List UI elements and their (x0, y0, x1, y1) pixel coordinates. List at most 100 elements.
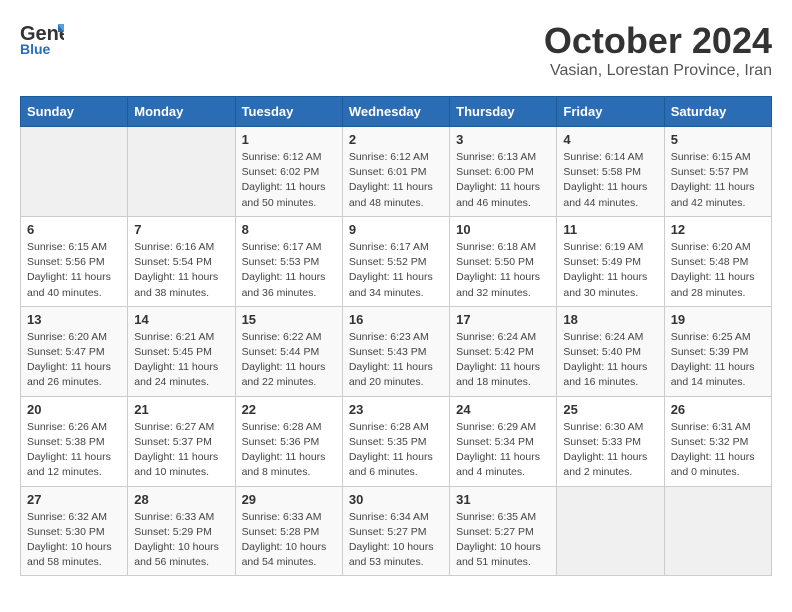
weekday-header-row: SundayMondayTuesdayWednesdayThursdayFrid… (21, 97, 772, 127)
day-info: Sunrise: 6:24 AMSunset: 5:42 PMDaylight:… (456, 330, 550, 391)
weekday-header: Friday (557, 97, 664, 127)
weekday-header: Monday (128, 97, 235, 127)
calendar-table: SundayMondayTuesdayWednesdayThursdayFrid… (20, 96, 772, 576)
day-number: 24 (456, 402, 550, 417)
calendar-cell: 25Sunrise: 6:30 AMSunset: 5:33 PMDayligh… (557, 396, 664, 486)
day-info: Sunrise: 6:25 AMSunset: 5:39 PMDaylight:… (671, 330, 765, 391)
day-info: Sunrise: 6:15 AMSunset: 5:57 PMDaylight:… (671, 150, 765, 211)
day-info: Sunrise: 6:13 AMSunset: 6:00 PMDaylight:… (456, 150, 550, 211)
day-number: 3 (456, 132, 550, 147)
day-info: Sunrise: 6:26 AMSunset: 5:38 PMDaylight:… (27, 420, 121, 481)
calendar-cell: 15 Sunrise: 6:22 AMSunset: 5:44 PMDayligh… (235, 306, 342, 396)
day-number: 8 (242, 222, 336, 237)
calendar-cell: 5 Sunrise: 6:15 AMSunset: 5:57 PMDaylight… (664, 127, 771, 217)
day-info: Sunrise: 6:20 AMSunset: 5:48 PMDaylight:… (671, 240, 765, 301)
calendar-cell: 20Sunrise: 6:26 AMSunset: 5:38 PMDayligh… (21, 396, 128, 486)
day-info: Sunrise: 6:22 AMSunset: 5:44 PMDaylight:… (242, 330, 336, 391)
calendar-cell: 13 Sunrise: 6:20 AMSunset: 5:47 PMDayligh… (21, 306, 128, 396)
calendar-cell: 30 Sunrise: 6:34 AMSunset: 5:27 PMDayligh… (342, 486, 449, 576)
day-number: 23 (349, 402, 443, 417)
calendar-cell: 14Sunrise: 6:21 AMSunset: 5:45 PMDayligh… (128, 306, 235, 396)
calendar-cell: 27 Sunrise: 6:32 AMSunset: 5:30 PMDayligh… (21, 486, 128, 576)
day-info: Sunrise: 6:33 AMSunset: 5:29 PMDaylight:… (134, 510, 228, 571)
day-number: 6 (27, 222, 121, 237)
calendar-week-row: 20Sunrise: 6:26 AMSunset: 5:38 PMDayligh… (21, 396, 772, 486)
calendar-cell: 3 Sunrise: 6:13 AMSunset: 6:00 PMDaylight… (450, 127, 557, 217)
calendar-cell: 19 Sunrise: 6:25 AMSunset: 5:39 PMDayligh… (664, 306, 771, 396)
calendar-cell: 24Sunrise: 6:29 AMSunset: 5:34 PMDayligh… (450, 396, 557, 486)
calendar-body: 1Sunrise: 6:12 AMSunset: 6:02 PMDaylight… (21, 127, 772, 576)
day-info: Sunrise: 6:28 AMSunset: 5:35 PMDaylight:… (349, 420, 443, 481)
calendar-cell: 12 Sunrise: 6:20 AMSunset: 5:48 PMDayligh… (664, 216, 771, 306)
calendar-cell (128, 127, 235, 217)
day-number: 12 (671, 222, 765, 237)
day-number: 10 (456, 222, 550, 237)
title-block: October 2024 Vasian, Lorestan Province, … (544, 20, 772, 80)
day-number: 7 (134, 222, 228, 237)
weekday-header: Sunday (21, 97, 128, 127)
calendar-cell: 10 Sunrise: 6:18 AMSunset: 5:50 PMDayligh… (450, 216, 557, 306)
calendar-cell: 8Sunrise: 6:17 AMSunset: 5:53 PMDaylight… (235, 216, 342, 306)
day-number: 5 (671, 132, 765, 147)
day-info: Sunrise: 6:19 AMSunset: 5:49 PMDaylight:… (563, 240, 657, 301)
day-info: Sunrise: 6:33 AMSunset: 5:28 PMDaylight:… (242, 510, 336, 571)
calendar-week-row: 27 Sunrise: 6:32 AMSunset: 5:30 PMDayligh… (21, 486, 772, 576)
calendar-cell: 26 Sunrise: 6:31 AMSunset: 5:32 PMDayligh… (664, 396, 771, 486)
day-info: Sunrise: 6:14 AMSunset: 5:58 PMDaylight:… (563, 150, 657, 211)
day-info: Sunrise: 6:12 AMSunset: 6:01 PMDaylight:… (349, 150, 443, 211)
day-number: 2 (349, 132, 443, 147)
day-info: Sunrise: 6:32 AMSunset: 5:30 PMDaylight:… (27, 510, 121, 571)
weekday-header: Thursday (450, 97, 557, 127)
calendar-cell: 2 Sunrise: 6:12 AMSunset: 6:01 PMDaylight… (342, 127, 449, 217)
calendar-cell (557, 486, 664, 576)
day-info: Sunrise: 6:34 AMSunset: 5:27 PMDaylight:… (349, 510, 443, 571)
logo-icon: General Blue (20, 20, 64, 56)
day-number: 15 (242, 312, 336, 327)
calendar-cell: 18 Sunrise: 6:24 AMSunset: 5:40 PMDayligh… (557, 306, 664, 396)
day-info: Sunrise: 6:18 AMSunset: 5:50 PMDaylight:… (456, 240, 550, 301)
weekday-header: Tuesday (235, 97, 342, 127)
month-title: October 2024 (544, 20, 772, 62)
calendar-cell: 21Sunrise: 6:27 AMSunset: 5:37 PMDayligh… (128, 396, 235, 486)
calendar-cell: 6Sunrise: 6:15 AMSunset: 5:56 PMDaylight… (21, 216, 128, 306)
page-header: General Blue October 2024 Vasian, Lorest… (20, 20, 772, 80)
calendar-cell: 16 Sunrise: 6:23 AMSunset: 5:43 PMDayligh… (342, 306, 449, 396)
day-number: 11 (563, 222, 657, 237)
day-info: Sunrise: 6:30 AMSunset: 5:33 PMDaylight:… (563, 420, 657, 481)
day-number: 18 (563, 312, 657, 327)
calendar-cell: 23 Sunrise: 6:28 AMSunset: 5:35 PMDayligh… (342, 396, 449, 486)
calendar-cell (21, 127, 128, 217)
calendar-cell: 28Sunrise: 6:33 AMSunset: 5:29 PMDayligh… (128, 486, 235, 576)
day-info: Sunrise: 6:20 AMSunset: 5:47 PMDaylight:… (27, 330, 121, 391)
calendar-week-row: 13 Sunrise: 6:20 AMSunset: 5:47 PMDayligh… (21, 306, 772, 396)
day-info: Sunrise: 6:24 AMSunset: 5:40 PMDaylight:… (563, 330, 657, 391)
day-info: Sunrise: 6:35 AMSunset: 5:27 PMDaylight:… (456, 510, 550, 571)
day-number: 13 (27, 312, 121, 327)
calendar-cell: 11 Sunrise: 6:19 AMSunset: 5:49 PMDayligh… (557, 216, 664, 306)
day-info: Sunrise: 6:23 AMSunset: 5:43 PMDaylight:… (349, 330, 443, 391)
day-info: Sunrise: 6:28 AMSunset: 5:36 PMDaylight:… (242, 420, 336, 481)
day-number: 19 (671, 312, 765, 327)
day-info: Sunrise: 6:17 AMSunset: 5:52 PMDaylight:… (349, 240, 443, 301)
calendar-cell: 29Sunrise: 6:33 AMSunset: 5:28 PMDayligh… (235, 486, 342, 576)
calendar-header: SundayMondayTuesdayWednesdayThursdayFrid… (21, 97, 772, 127)
day-number: 26 (671, 402, 765, 417)
day-info: Sunrise: 6:12 AMSunset: 6:02 PMDaylight:… (242, 150, 336, 211)
calendar-cell: 17 Sunrise: 6:24 AMSunset: 5:42 PMDayligh… (450, 306, 557, 396)
day-info: Sunrise: 6:27 AMSunset: 5:37 PMDaylight:… (134, 420, 228, 481)
day-number: 30 (349, 492, 443, 507)
day-number: 16 (349, 312, 443, 327)
calendar-week-row: 6Sunrise: 6:15 AMSunset: 5:56 PMDaylight… (21, 216, 772, 306)
logo: General Blue (20, 20, 64, 56)
calendar-cell: 31Sunrise: 6:35 AMSunset: 5:27 PMDayligh… (450, 486, 557, 576)
calendar-cell: 1Sunrise: 6:12 AMSunset: 6:02 PMDaylight… (235, 127, 342, 217)
day-info: Sunrise: 6:31 AMSunset: 5:32 PMDaylight:… (671, 420, 765, 481)
weekday-header: Wednesday (342, 97, 449, 127)
day-number: 27 (27, 492, 121, 507)
svg-text:Blue: Blue (20, 41, 51, 56)
day-number: 9 (349, 222, 443, 237)
calendar-week-row: 1Sunrise: 6:12 AMSunset: 6:02 PMDaylight… (21, 127, 772, 217)
day-number: 14 (134, 312, 228, 327)
calendar-cell: 4Sunrise: 6:14 AMSunset: 5:58 PMDaylight… (557, 127, 664, 217)
day-number: 17 (456, 312, 550, 327)
